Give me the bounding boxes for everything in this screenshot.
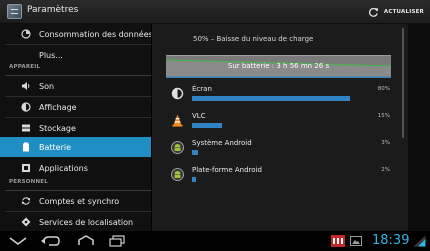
- android-platform-icon: [171, 168, 184, 181]
- menu-label-battery: Batterie: [39, 142, 72, 152]
- menu-label-sound: Son: [39, 81, 55, 91]
- usage-percent: 80%: [377, 86, 390, 92]
- radio-app-notification-icon[interactable]: [331, 235, 345, 247]
- usage-row-android-system[interactable]: Système Android 3%: [166, 138, 391, 162]
- menu-item-apps[interactable]: Applications: [0, 158, 151, 178]
- settings-app-icon[interactable]: [7, 4, 22, 19]
- battery-summary: 50% – Baisse du niveau de charge: [193, 35, 314, 43]
- refresh-label: ACTUALISER: [383, 9, 424, 15]
- usage-name: Plate-forme Android: [192, 166, 262, 174]
- battery-panel: 50% – Baisse du niveau de charge Sur bat…: [152, 24, 408, 231]
- recent-apps-icon[interactable]: [108, 235, 126, 247]
- usage-percent: 15%: [377, 113, 390, 119]
- storage-icon: [22, 124, 30, 132]
- settings-menu: Consommation des données Plus... APPAREI…: [0, 24, 151, 231]
- battery-icon: [23, 142, 29, 152]
- display-brightness-icon: [171, 87, 184, 100]
- app-title: Paramètres: [27, 5, 79, 15]
- usage-bar-track: [192, 96, 390, 101]
- usage-bar-track: [192, 123, 390, 128]
- menu-label-storage: Stockage: [39, 123, 76, 133]
- section-header-personal: PERSONNEL: [0, 177, 151, 191]
- status-clock[interactable]: 18:39: [372, 233, 409, 248]
- refresh-icon: [368, 7, 379, 17]
- menu-label-display: Affichage: [39, 102, 77, 112]
- section-label-personal: PERSONNEL: [9, 179, 48, 185]
- usage-row-vlc[interactable]: VLC 15%: [166, 111, 391, 135]
- usage-bar-track: [192, 150, 390, 155]
- back-icon[interactable]: [40, 235, 60, 247]
- menu-label-location: Services de localisation: [39, 217, 134, 227]
- android-system-icon: [171, 141, 184, 154]
- apps-icon: [22, 164, 30, 172]
- home-icon[interactable]: [76, 235, 96, 247]
- speaker-icon: [22, 82, 30, 90]
- usage-name: VLC: [192, 112, 206, 120]
- scrollbar[interactable]: [402, 28, 404, 138]
- wifi-signal-icon: [413, 235, 426, 247]
- section-header-device: APPAREIL: [0, 62, 151, 76]
- vlc-cone-icon: [172, 114, 183, 127]
- system-bar: 18:39: [0, 231, 430, 251]
- usage-row-screen[interactable]: Écran 80%: [166, 84, 391, 108]
- usage-name: Écran: [192, 85, 212, 93]
- menu-item-data-usage[interactable]: Consommation des données: [0, 24, 151, 44]
- usage-percent: 3%: [381, 140, 390, 146]
- battery-history-graph[interactable]: Sur batterie : 3 h 56 mn 26 s: [166, 55, 391, 78]
- location-icon: [21, 217, 31, 227]
- battery-graph-label: Sur batterie : 3 h 56 mn 26 s: [227, 62, 330, 70]
- menu-label-accounts: Comptes et synchro: [39, 196, 120, 206]
- menu-label-data-usage: Consommation des données: [39, 29, 151, 39]
- usage-bar: [192, 177, 196, 182]
- usage-bar-track: [192, 177, 390, 182]
- usage-bar: [192, 96, 351, 101]
- hide-keyboard-icon[interactable]: [8, 235, 28, 247]
- usage-name: Système Android: [192, 139, 252, 147]
- usage-bar: [192, 123, 222, 128]
- section-label-device: APPAREIL: [9, 64, 41, 70]
- menu-item-display[interactable]: Affichage: [0, 97, 151, 117]
- display-brightness-icon: [21, 102, 31, 112]
- data-usage-icon: [21, 29, 31, 39]
- menu-item-location[interactable]: Services de localisation: [0, 212, 151, 231]
- right-margin: [408, 24, 430, 231]
- menu-item-storage[interactable]: Stockage: [0, 118, 151, 138]
- refresh-button[interactable]: ACTUALISER: [368, 4, 424, 20]
- usage-percent: 2%: [381, 167, 390, 173]
- menu-item-accounts[interactable]: Comptes et synchro: [0, 191, 151, 211]
- usage-bar: [192, 150, 198, 155]
- sync-icon: [21, 197, 31, 205]
- menu-label-more: Plus...: [39, 50, 63, 60]
- menu-item-sound[interactable]: Son: [0, 76, 151, 96]
- usage-row-android-platform[interactable]: Plate-forme Android 2%: [166, 165, 391, 189]
- image-notification-icon[interactable]: [350, 235, 362, 247]
- menu-item-battery[interactable]: Batterie: [0, 137, 151, 157]
- menu-label-apps: Applications: [39, 163, 88, 173]
- action-bar: Paramètres ACTUALISER: [0, 0, 430, 24]
